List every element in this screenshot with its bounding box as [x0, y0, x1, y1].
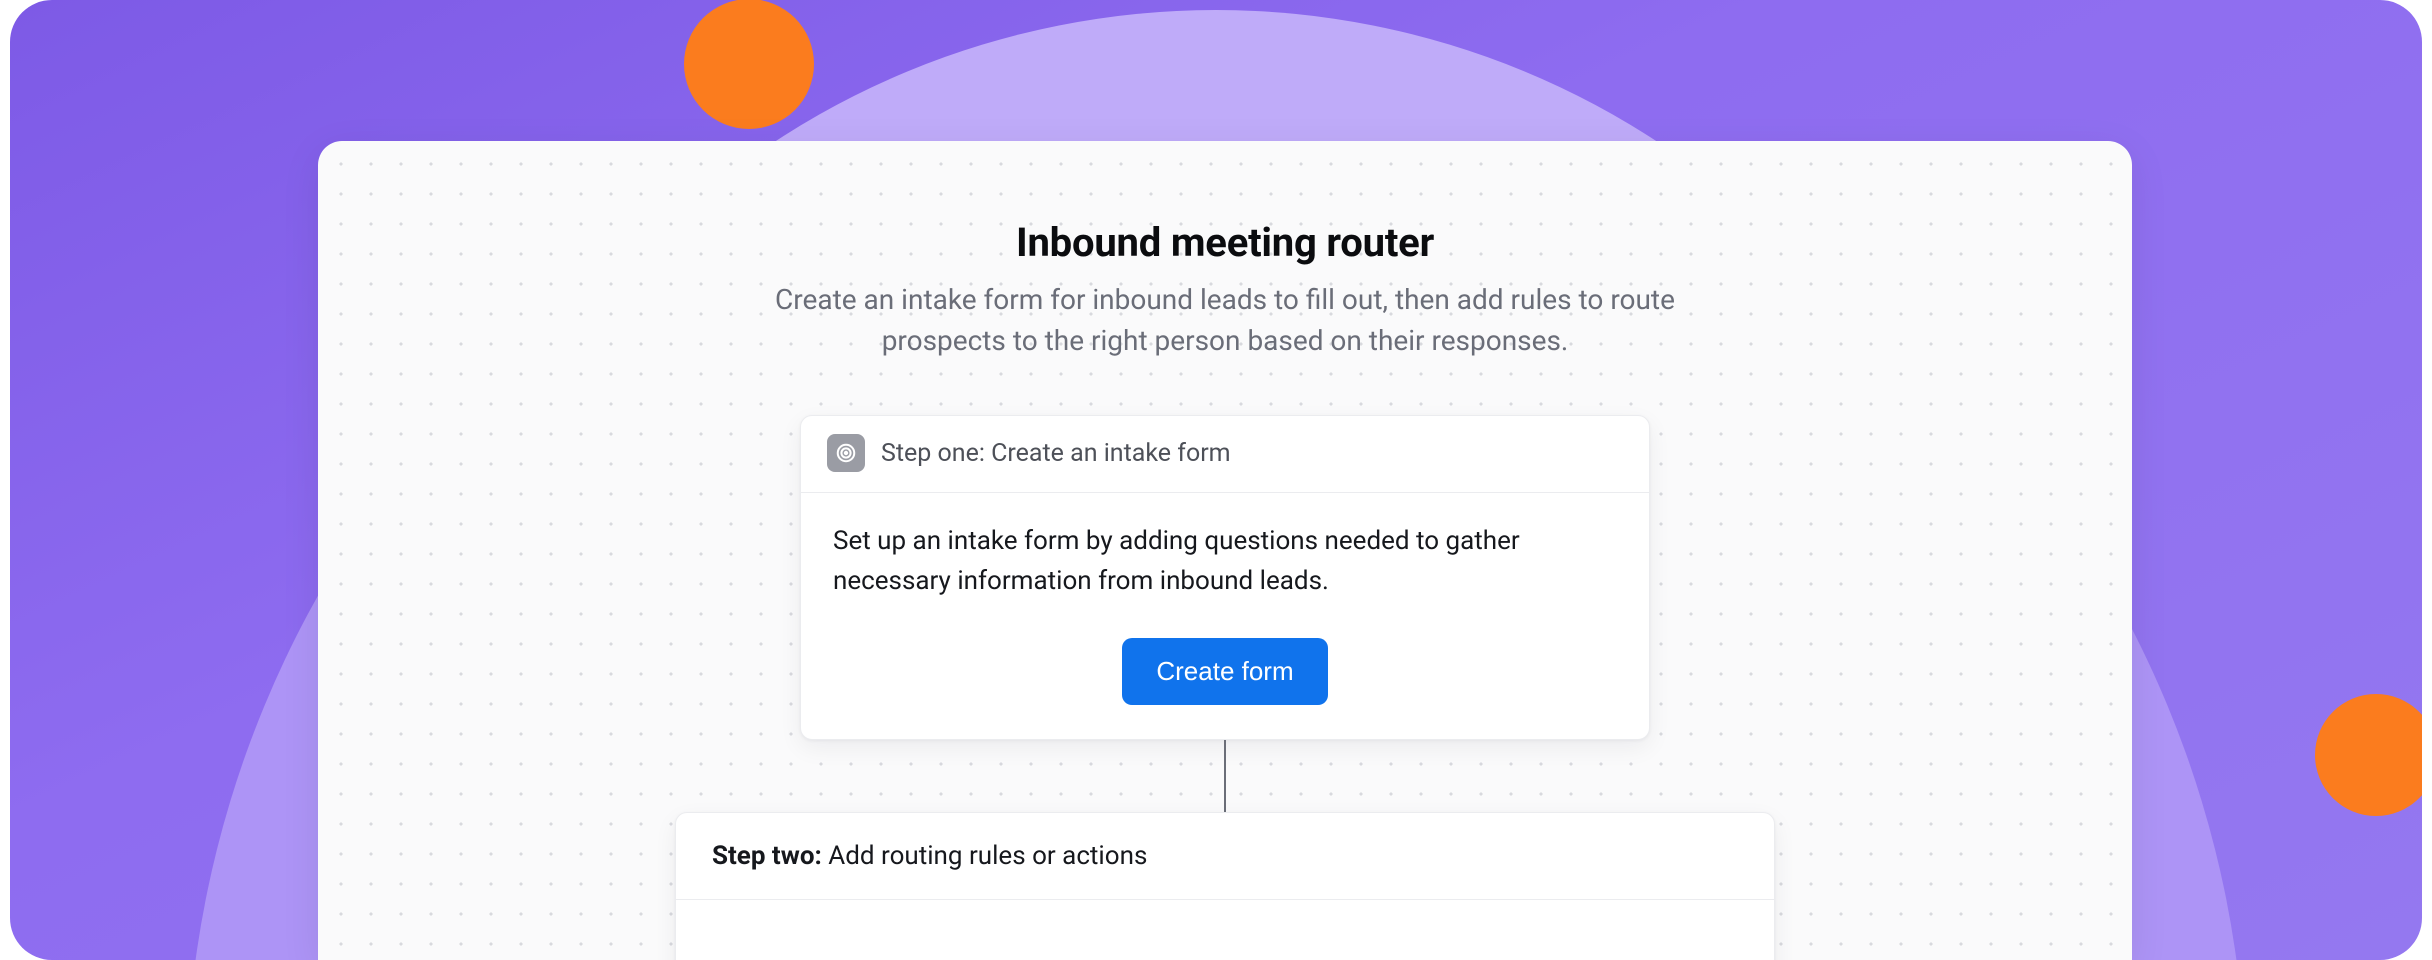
- decor-circle-top: [684, 0, 814, 129]
- stage: Inbound meeting router Create an intake …: [0, 0, 2432, 960]
- card-content: Inbound meeting router Create an intake …: [318, 141, 2132, 960]
- step-one-description: Set up an intake form by adding question…: [833, 521, 1617, 602]
- step-two-rest: Add routing rules or actions: [822, 841, 1148, 871]
- step-one-body: Set up an intake form by adding question…: [801, 493, 1649, 739]
- target-icon: [827, 434, 865, 472]
- step-two-prefix: Step two:: [712, 841, 822, 871]
- decor-circle-right: [2315, 694, 2422, 816]
- step-one-card: Step one: Create an intake form Set up a…: [800, 415, 1650, 740]
- connector-line: [1224, 740, 1226, 812]
- step-two-body: [676, 900, 1774, 960]
- page-title: Inbound meeting router: [1016, 219, 1434, 266]
- step-one-header: Step one: Create an intake form: [801, 416, 1649, 493]
- main-card: Inbound meeting router Create an intake …: [318, 141, 2132, 960]
- step-two-header: Step two: Add routing rules or actions: [676, 813, 1774, 900]
- step-one-label: Step one: Create an intake form: [881, 439, 1231, 468]
- backdrop-panel: Inbound meeting router Create an intake …: [10, 0, 2422, 960]
- create-form-button[interactable]: Create form: [1122, 638, 1327, 705]
- page-subtitle: Create an intake form for inbound leads …: [745, 280, 1705, 361]
- step-two-card: Step two: Add routing rules or actions: [675, 812, 1775, 960]
